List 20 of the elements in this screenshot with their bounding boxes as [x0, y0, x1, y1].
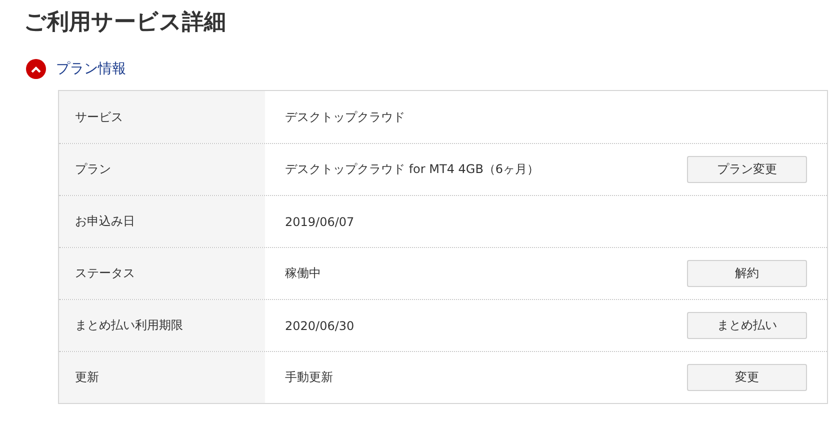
row-value: 2019/06/07	[285, 214, 356, 228]
row-label: ステータス	[75, 265, 135, 282]
row-label: お申込み日	[75, 213, 135, 230]
collapse-toggle[interactable]	[26, 59, 46, 79]
row-value: デスクトップクラウド for MT4 4GB（6ヶ月）	[285, 161, 540, 178]
action-button[interactable]: 解約	[687, 260, 807, 287]
row-value: 2020/06/30	[285, 318, 356, 332]
action-button[interactable]: 変更	[687, 364, 807, 391]
row-value: デスクトップクラウド	[285, 108, 406, 126]
row-label: 更新	[75, 369, 99, 386]
row-value: 稼働中	[285, 265, 322, 282]
section-title: プラン情報	[56, 60, 126, 78]
row-label: プラン	[75, 161, 111, 178]
row-value: 手動更新	[285, 369, 334, 386]
row-label: サービス	[75, 108, 123, 126]
page-title: ご利用サービス詳細	[24, 9, 227, 37]
chevron-up-icon	[31, 66, 41, 72]
action-button[interactable]: プラン変更	[687, 156, 807, 183]
row-label: まとめ払い利用期限	[75, 317, 183, 334]
action-button[interactable]: まとめ払い	[687, 312, 807, 339]
